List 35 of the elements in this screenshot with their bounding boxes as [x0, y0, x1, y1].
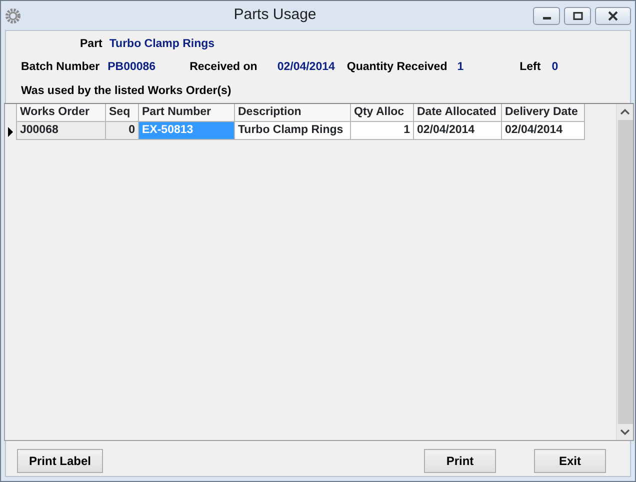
table-cell[interactable]: 02/04/2014 — [502, 122, 585, 140]
column-header[interactable]: Works Order — [17, 104, 106, 122]
window-button[interactable]: Exit — [534, 448, 606, 473]
gear-icon[interactable] — [5, 8, 21, 24]
field-label: Quantity Received — [346, 60, 448, 76]
column-header[interactable]: Part Number — [139, 104, 235, 122]
column-header[interactable]: Qty Alloc — [351, 104, 414, 122]
minimize-button[interactable] — [533, 6, 560, 24]
part-label: Part — [80, 37, 102, 52]
table-cell[interactable]: J00068 — [17, 122, 106, 140]
column-header[interactable]: Description — [235, 104, 351, 122]
window-button[interactable]: Print Label — [17, 448, 103, 473]
column-header[interactable]: Seq — [106, 104, 139, 122]
window-title: Parts Usage — [234, 6, 316, 24]
maximize-button[interactable] — [564, 6, 591, 24]
field-value: 1 — [457, 60, 464, 76]
column-header[interactable]: Delivery Date — [502, 104, 585, 122]
note-text: Was used by the listed Works Order(s) — [21, 84, 232, 96]
table-cell[interactable]: 0 — [106, 122, 139, 140]
field-label: Received on — [190, 60, 258, 76]
table-cell[interactable]: Turbo Clamp Rings — [235, 122, 351, 140]
table-cell[interactable]: 1 — [351, 122, 414, 140]
part-value: Turbo Clamp Rings — [109, 37, 215, 52]
scrollbar-thumb[interactable] — [618, 120, 633, 424]
window-button[interactable]: Print — [424, 448, 496, 473]
field-label: Left — [520, 60, 541, 76]
field-value: PB00086 — [108, 60, 156, 76]
field-value: 02/04/2014 — [277, 60, 335, 76]
close-button[interactable] — [595, 6, 631, 24]
close-icon — [607, 10, 619, 20]
table-cell[interactable]: 02/04/2014 — [414, 122, 502, 140]
field-label: Batch Number — [21, 60, 100, 76]
maximize-icon — [572, 12, 582, 20]
column-header[interactable]: Date Allocated — [414, 104, 502, 122]
field-value: 0 — [552, 60, 558, 76]
